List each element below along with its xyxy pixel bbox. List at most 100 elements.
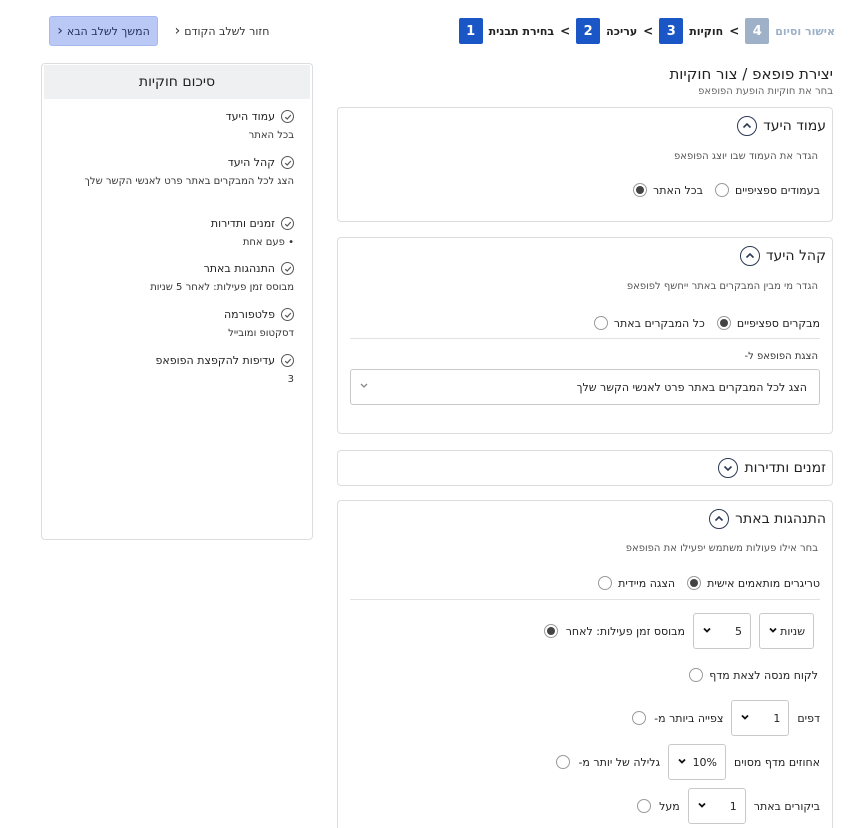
summary-item-value: מבוסס זמן פעילות: לאחר 5 שניות xyxy=(150,282,294,293)
chevron-left-icon: ‹ xyxy=(174,23,181,39)
step-3-number: 3 xyxy=(659,18,684,44)
chevron-up-icon[interactable] xyxy=(737,116,758,136)
trigger-pages-select[interactable]: 1 xyxy=(731,700,790,736)
radio-button[interactable] xyxy=(633,183,648,197)
summary-item-title: עדיפות להקפצת הפופאפ xyxy=(155,354,275,367)
radio-button[interactable] xyxy=(632,711,647,725)
check-circle-icon xyxy=(281,354,294,367)
radio-all-visitors-label: כל המבקרים באתר xyxy=(613,316,705,330)
step-1-number: 1 xyxy=(458,18,483,44)
radio-button[interactable] xyxy=(716,316,731,330)
next-step-label: המשך לשלב הבא xyxy=(66,24,150,38)
step-2-label: עריכה xyxy=(606,24,638,38)
trigger-time-seconds-select[interactable]: 5 xyxy=(693,613,751,649)
check-circle-icon xyxy=(281,156,294,169)
summary-item-title: קהל היעד xyxy=(227,156,275,169)
summary-item-value: הצג לכל המבקרים באתר פרט לאנשי הקשר שלך xyxy=(84,176,294,187)
trigger-visits-unit: ביקורים באתר xyxy=(753,799,820,813)
radio-specific-pages-label: בעמודים ספציפיים xyxy=(734,183,820,197)
radio-button[interactable] xyxy=(593,316,608,330)
step-1[interactable]: 1 בחירת תבנית xyxy=(458,18,555,44)
show-popup-to-select[interactable]: הצג לכל המבקרים באתר פרט לאנשי הקשר שלך xyxy=(350,369,820,405)
rules-summary-panel: סיכום חוקיות עמוד היעד בכל האתר קהל היעד… xyxy=(41,63,313,540)
target-page-description: הגדר את העמוד שבו יוצג הפופאפ xyxy=(674,151,818,162)
radio-custom-triggers[interactable]: טריגרים מותאמים אישית xyxy=(687,576,820,590)
page-title: יצירת פופאפ / צור חוקיות xyxy=(669,65,833,83)
behavior-panel: התנהגות באתר בחר אילו פעולות משתמש יפעיל… xyxy=(337,500,833,828)
trigger-time-unit-select[interactable]: שניות xyxy=(759,613,814,649)
step-separator: > xyxy=(643,24,654,38)
step-2[interactable]: 2 עריכה xyxy=(576,18,637,44)
radio-all-site[interactable]: בכל האתר xyxy=(633,183,703,197)
trigger-pages-value: 1 xyxy=(773,711,781,725)
audience-options: כל המבקרים באתר מבקרים ספציפיים xyxy=(593,316,820,330)
summary-item-title: פלטפורמה xyxy=(224,308,275,321)
summary-item-title: זמנים ותדירות xyxy=(210,217,275,230)
radio-button[interactable] xyxy=(714,183,729,197)
radio-all-visitors[interactable]: כל המבקרים באתר xyxy=(593,316,705,330)
summary-item: קהל היעד הצג לכל המבקרים באתר פרט לאנשי … xyxy=(74,156,294,189)
summary-title: סיכום חוקיות xyxy=(44,65,310,99)
trigger-pages-unit: דפים xyxy=(797,711,820,725)
trigger-time-row: מבוסס זמן פעילות: לאחר 5 שניות xyxy=(543,613,820,649)
trigger-visits-value: 1 xyxy=(729,799,737,813)
page-subtitle: בחר את חוקיות הופעת הפופאפ xyxy=(698,86,833,97)
radio-specific-visitors[interactable]: מבקרים ספציפיים xyxy=(716,316,820,330)
next-step-button[interactable]: המשך לשלב הבא ‹ xyxy=(49,16,158,46)
audience-description: הגדר מי מבין המבקרים באתר ייחשף לפופאפ xyxy=(626,281,818,292)
timing-header[interactable]: זמנים ותדירות xyxy=(718,456,826,480)
step-separator: > xyxy=(729,24,740,38)
trigger-visits-select[interactable]: 1 xyxy=(687,788,746,824)
summary-item-value: 3 xyxy=(287,374,294,385)
behavior-title: התנהגות באתר xyxy=(735,511,826,527)
trigger-scroll-row: גלילה של יותר מ- 10% אחוזים מדף מסוים xyxy=(556,744,820,780)
step-1-label: בחירת תבנית xyxy=(488,24,555,38)
chevron-down-icon[interactable] xyxy=(718,458,739,478)
trigger-exit-label: לקוח מנסה לצאת מדף xyxy=(709,668,818,682)
previous-step-button[interactable]: חזור לשלב הקודם ‹ xyxy=(172,16,272,46)
radio-button[interactable] xyxy=(556,755,571,769)
step-2-number: 2 xyxy=(576,18,601,44)
wizard-stepper: 1 בחירת תבנית > 2 עריכה > 3 חוקיות > 4 א… xyxy=(458,18,835,44)
chevron-down-icon xyxy=(677,756,687,769)
step-4-label: אישור וסיום xyxy=(775,24,835,38)
behavior-mode-options: הצגה מיידית טריגרים מותאמים אישית xyxy=(598,576,820,590)
radio-immediate[interactable]: הצגה מיידית xyxy=(598,576,675,590)
trigger-pages-row: צפייה ביותר מ- 1 דפים xyxy=(632,700,820,736)
step-3[interactable]: 3 חוקיות xyxy=(659,18,723,44)
trigger-visits-label: מעל xyxy=(659,799,680,813)
radio-button[interactable] xyxy=(637,799,652,813)
chevron-down-icon xyxy=(697,800,707,813)
trigger-scroll-unit: אחוזים מדף מסוים xyxy=(734,755,820,769)
behavior-header[interactable]: התנהגות באתר xyxy=(709,507,826,531)
radio-button[interactable] xyxy=(689,668,704,682)
chevron-down-icon xyxy=(702,625,712,638)
radio-button[interactable] xyxy=(543,624,558,638)
timing-panel[interactable]: זמנים ותדירות xyxy=(337,450,833,486)
radio-specific-pages[interactable]: בעמודים ספציפיים xyxy=(714,183,820,197)
check-circle-icon xyxy=(281,308,294,321)
summary-item: התנהגות באתר מבוסס זמן פעילות: לאחר 5 שנ… xyxy=(74,262,294,295)
step-separator: > xyxy=(560,24,571,38)
chevron-up-icon[interactable] xyxy=(739,246,760,266)
summary-item: פלטפורמה דסקטופ ומובייל xyxy=(74,308,294,341)
trigger-time-value: 5 xyxy=(735,624,742,638)
radio-button[interactable] xyxy=(598,576,613,590)
audience-header[interactable]: קהל היעד xyxy=(739,244,826,268)
summary-item-title: התנהגות באתר xyxy=(203,262,275,275)
audience-panel: קהל היעד הגדר מי מבין המבקרים באתר ייחשף… xyxy=(337,237,833,434)
timing-title: זמנים ותדירות xyxy=(744,460,826,476)
step-4: 4 אישור וסיום xyxy=(745,18,835,44)
previous-step-label: חזור לשלב הקודם xyxy=(184,24,270,38)
check-circle-icon xyxy=(281,217,294,230)
divider xyxy=(350,599,820,600)
trigger-exit-row: לקוח מנסה לצאת מדף xyxy=(689,668,820,682)
radio-all-site-label: בכל האתר xyxy=(653,183,703,197)
target-page-header[interactable]: עמוד היעד xyxy=(737,114,826,138)
radio-button[interactable] xyxy=(687,576,702,590)
check-circle-icon xyxy=(281,262,294,275)
summary-item: עמוד היעד בכל האתר xyxy=(74,110,294,143)
chevron-up-icon[interactable] xyxy=(709,509,730,529)
trigger-scroll-select[interactable]: 10% xyxy=(668,744,727,780)
summary-item-title: עמוד היעד xyxy=(225,110,275,123)
